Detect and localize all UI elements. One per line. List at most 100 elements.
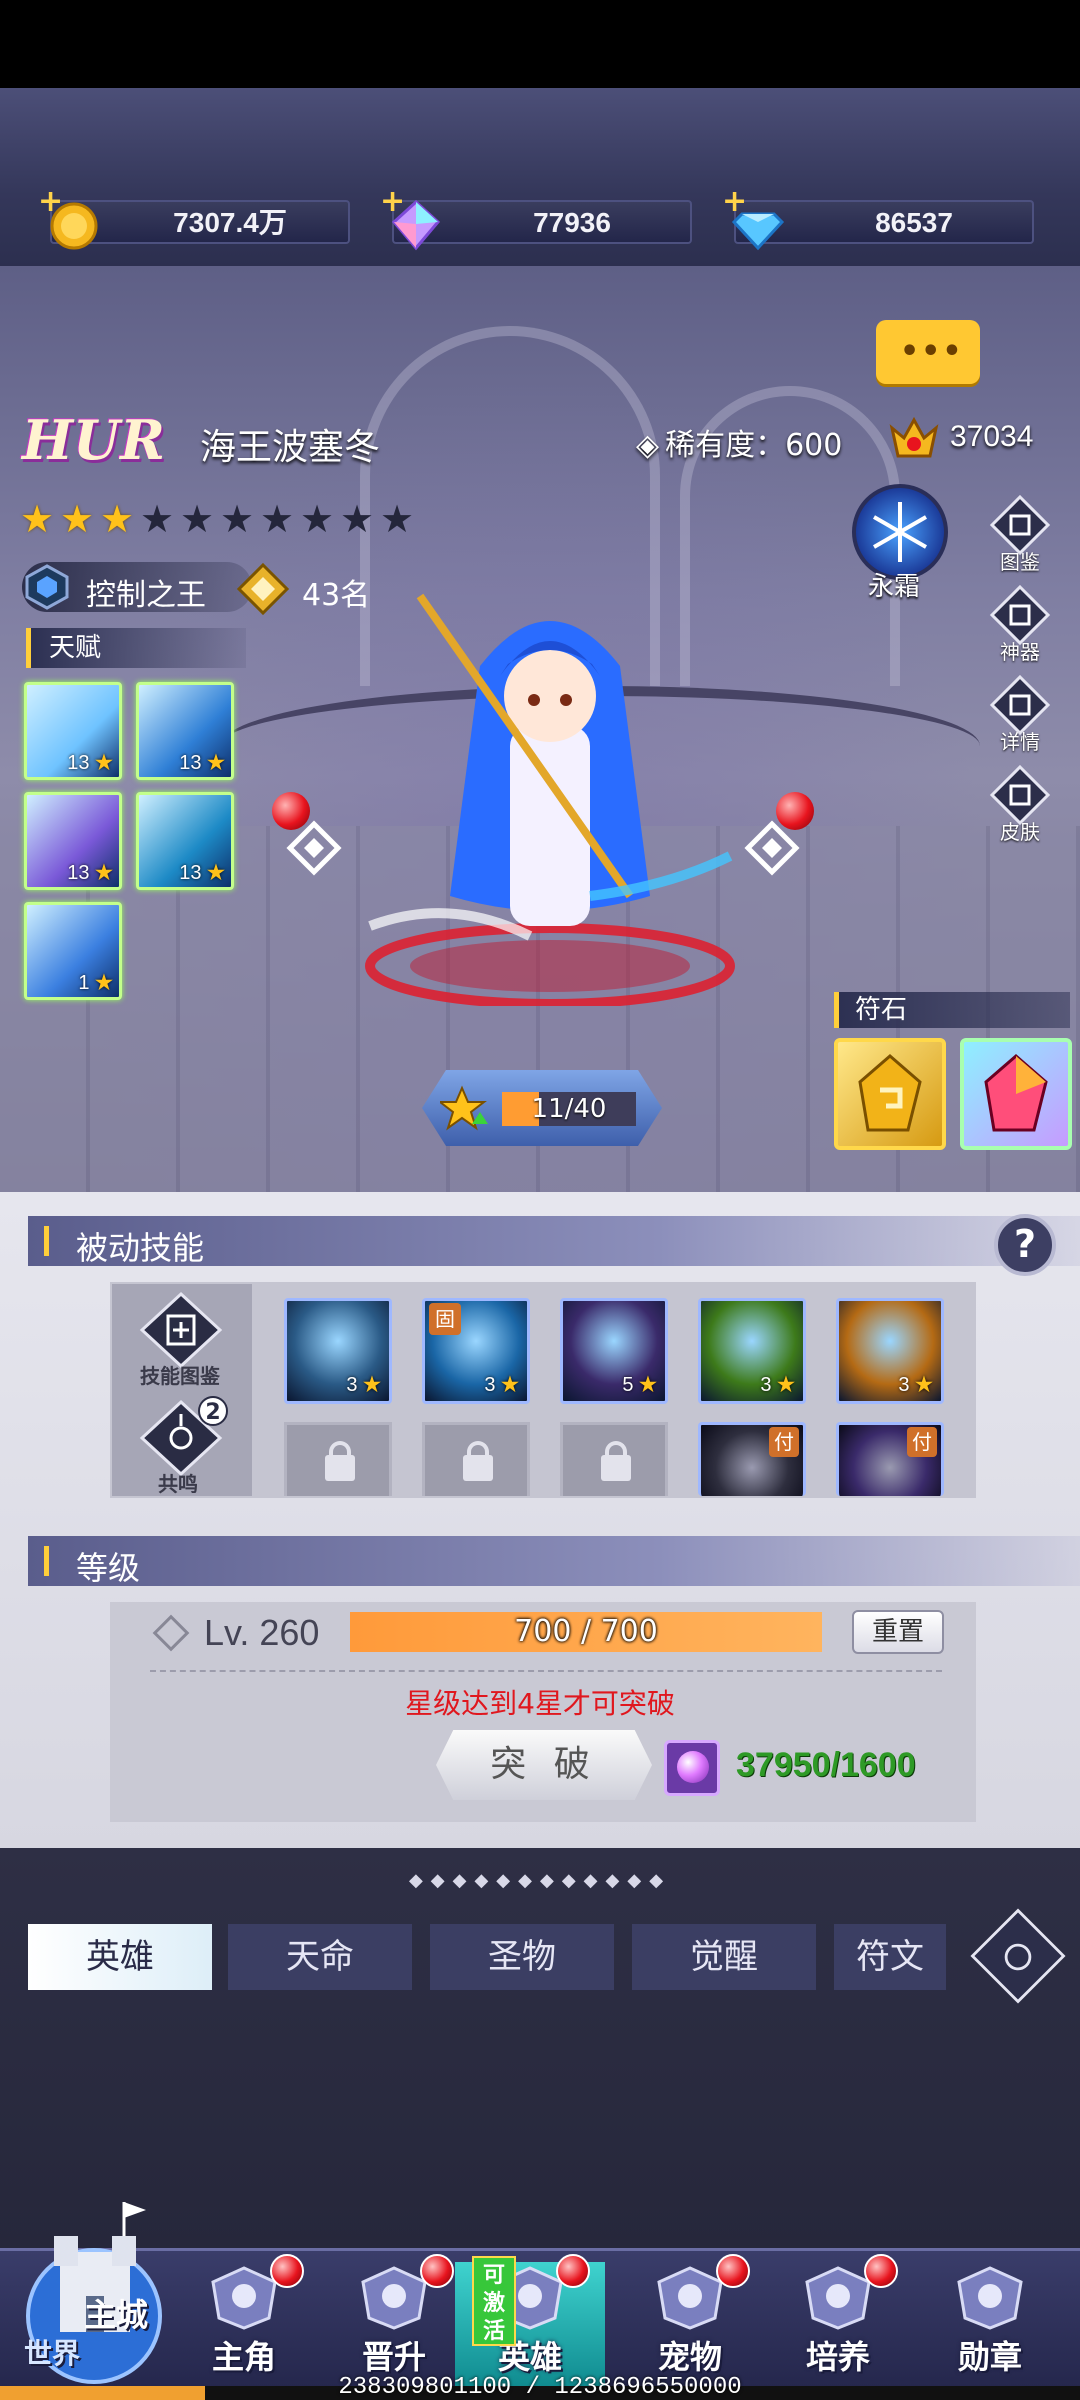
hero-role-label: 控制之王 [86,578,206,613]
rune-section-title: 符石 [834,992,1070,1028]
skill-level: 3 ★ [346,1372,381,1397]
talent-slot[interactable]: 13 ★ [24,792,122,890]
talent-slot[interactable]: 1 ★ [24,902,122,1000]
passive-skill-slot[interactable]: 5 ★ [560,1298,668,1404]
rarity-info: ◈ 稀有度：600 [636,420,842,464]
level-title: 等级 [76,1549,141,1587]
breakthrough-button[interactable]: 突 破 [436,1730,652,1800]
locked-skill-slot[interactable] [560,1422,668,1496]
skill-tag-label: 固 [429,1303,461,1335]
add-diamond-icon[interactable]: + [722,184,747,219]
element-label: 永霜 [868,572,921,602]
resource-crystal[interactable]: + 77936 [380,184,692,251]
world-label: 世界 [24,2337,81,2370]
next-hero-arrow-icon[interactable] [742,818,802,878]
talent-level: 13 ★ [67,750,113,775]
tab-3[interactable]: 圣物 [430,1924,614,1990]
lower-background [0,1848,1080,2248]
chat-dots-icon: ••• [900,334,964,369]
passive-skill-slot[interactable]: 付 [698,1422,806,1496]
lock-icon [325,1455,355,1481]
side-button-artifact[interactable]: 神器 [980,584,1060,674]
hero-rank-tag[interactable]: 43名 [236,562,396,616]
gold-rune-icon [858,1054,922,1132]
skill-star-icon: ★ [357,1374,381,1396]
skill-codex-icon[interactable] [136,1290,226,1370]
activate-badge: 可激活 [472,2256,516,2346]
rainbow-rune-icon [984,1054,1048,1132]
nav-item-6[interactable]: 勋章 [930,2262,1050,2388]
add-gold-icon[interactable]: + [38,184,63,219]
star-empty-icon: ★ [219,497,255,541]
crown-power-icon [889,416,939,458]
hero-exp-bar[interactable]: 11/40 [422,1070,662,1146]
talent-level-value: 13 [179,752,202,774]
tab-2[interactable]: 天命 [228,1924,412,1990]
prev-hero-arrow-icon[interactable] [284,818,344,878]
rank-diamond-icon [236,562,290,616]
skill-level: 5 ★ [622,1372,657,1397]
main-city-label: 主城 [84,2296,149,2334]
nav-item-label: 晋升 [361,2338,426,2376]
skill-level-value: 3 [760,1374,772,1396]
passive-skill-slot[interactable]: 3 ★ [698,1298,806,1404]
passive-skill-slot[interactable]: 固 3 ★ [422,1298,530,1404]
talent-level-value: 1 [78,972,90,994]
reset-button[interactable]: 重置 [852,1610,944,1654]
tab-5[interactable]: 符文 [834,1924,946,1990]
star-empty-icon: ★ [139,497,175,541]
locked-skill-slot[interactable] [422,1422,530,1496]
add-crystal-icon[interactable]: + [380,184,405,219]
nav-notification-dot [270,2254,304,2288]
nav-item-label: 主角 [211,2338,276,2376]
gold-value: 7307.4万 [173,207,287,238]
tab-4[interactable]: 觉醒 [632,1924,816,1990]
side-button-codex[interactable]: 图鉴 [980,494,1060,584]
talent-level: 13 ★ [179,750,225,775]
passive-skill-slot[interactable]: 付 [836,1422,944,1496]
talent-star-icon: ★ [201,862,225,884]
talent-star-icon: ★ [89,862,113,884]
talent-slot[interactable]: 13 ★ [24,682,122,780]
star-empty-icon: ★ [299,497,335,541]
skill-star-icon: ★ [909,1374,933,1396]
rune-slot-rainbow[interactable] [960,1038,1072,1150]
talent-level: 1 ★ [78,970,113,995]
talent-section-title: 天赋 [26,628,246,668]
passive-skill-title: 被动技能 [76,1229,205,1267]
talent-level: 13 ★ [179,860,225,885]
level-exp-text: 700 / 700 [514,1614,658,1649]
resource-gold[interactable]: + 7307.4万 [38,184,350,250]
rune-slot-gold[interactable] [834,1038,946,1150]
skill-star-icon: ★ [495,1374,519,1396]
resonance-label: 共鸣 [158,1472,198,1496]
skill-level-value: 3 [484,1374,496,1396]
skill-level-value: 3 [346,1374,358,1396]
talent-slot[interactable]: 13 ★ [136,792,234,890]
star-empty-icon: ★ [179,497,215,541]
locked-skill-slot[interactable] [284,1422,392,1496]
lock-icon [463,1455,493,1481]
talent-star-icon: ★ [201,752,225,774]
chat-bubble-button[interactable]: ••• [876,320,980,384]
tab-1[interactable]: 英雄 [28,1924,212,1990]
hero-character[interactable] [330,566,770,1006]
side-button-details[interactable]: 详情 [980,674,1060,764]
talent-level-value: 13 [67,752,90,774]
nav-notification-dot [864,2254,898,2288]
talent-slot[interactable]: 13 ★ [136,682,234,780]
talent-star-icon: ★ [89,972,113,994]
hero-role-tag[interactable]: 控制之王 [22,562,252,613]
bottom-progress-text: 238309801100 / 1238696550000 [338,2374,742,2400]
talent-level-value: 13 [67,862,90,884]
passive-skill-slot[interactable]: 3 ★ [836,1298,944,1404]
nav-item-label: 培养 [805,2338,870,2376]
snowflake-icon [873,502,927,562]
level-divider [150,1670,942,1672]
help-button[interactable]: ? [994,1214,1056,1276]
resource-diamond[interactable]: + 86537 [722,184,1034,251]
passive-skill-slot[interactable]: 3 ★ [284,1298,392,1404]
nav-emblem-icon [957,2266,1023,2330]
side-button-skin[interactable]: 皮肤 [980,764,1060,854]
breakthrough-warning: 星级达到4星才可突破 [405,1687,675,1720]
